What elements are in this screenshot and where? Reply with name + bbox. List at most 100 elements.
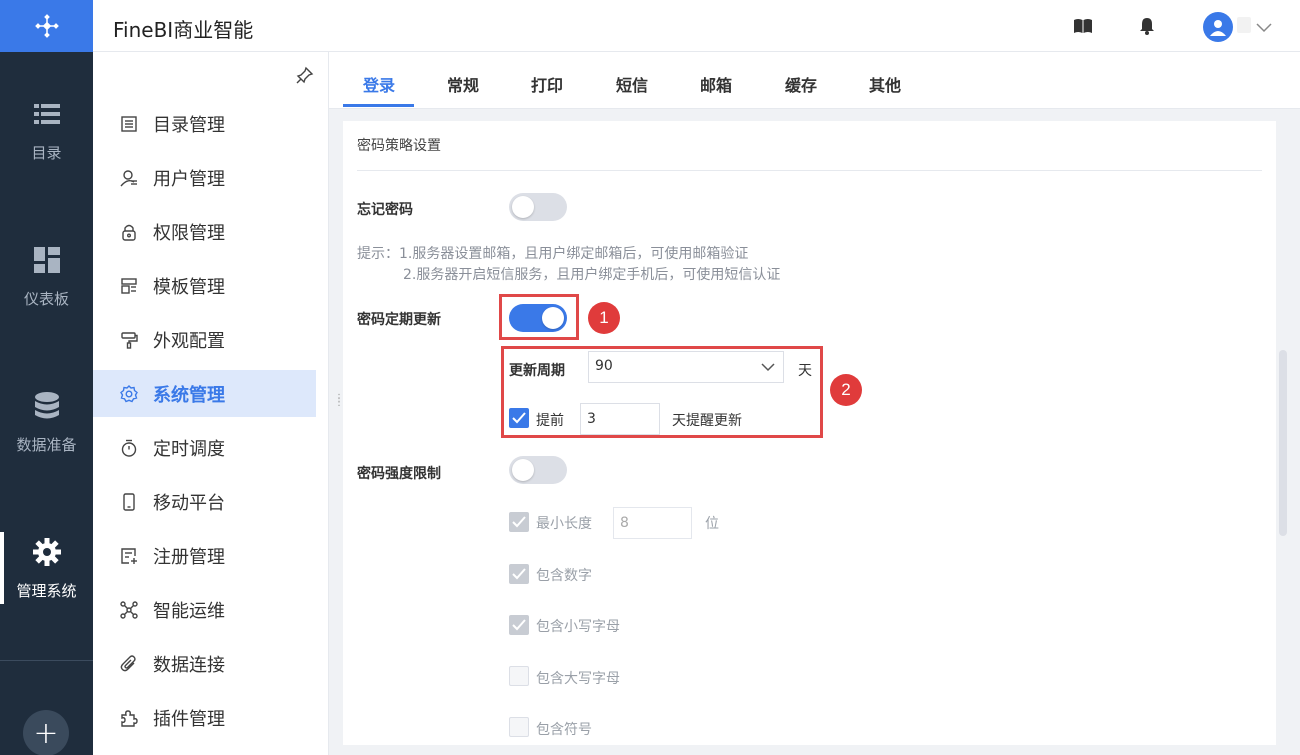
update-cycle-value: 90 xyxy=(595,358,613,374)
nav-item-label: 数据连接 xyxy=(153,654,225,676)
left-rail: 目录 仪表板 数据准备 管理系统 + xyxy=(0,0,93,755)
annotation-badge-1: 1 xyxy=(588,302,620,334)
include-symbol-checkbox[interactable] xyxy=(509,717,529,737)
timer-icon xyxy=(119,438,139,458)
tab-email[interactable]: 邮箱 xyxy=(700,72,732,96)
logo-icon xyxy=(34,14,59,38)
pin-icon[interactable] xyxy=(296,66,314,88)
nav-item-connection[interactable]: 数据连接 xyxy=(93,640,316,687)
nav-item-label: 权限管理 xyxy=(153,222,225,244)
panel-scrollbar[interactable] xyxy=(1279,350,1287,536)
min-length-input[interactable]: 8 xyxy=(613,507,692,539)
nav-item-system[interactable]: 系统管理 xyxy=(93,370,316,417)
rail-item-data-prep[interactable]: 数据准备 xyxy=(0,392,93,455)
template-icon xyxy=(119,276,139,296)
include-upper-label: 包含大写字母 xyxy=(536,671,620,687)
nav-item-label: 定时调度 xyxy=(153,438,225,460)
update-cycle-label: 更新周期 xyxy=(509,363,565,379)
nav-item-template[interactable]: 模板管理 xyxy=(93,262,316,309)
min-length-unit: 位 xyxy=(705,516,719,532)
app-title: FineBI商业智能 xyxy=(113,18,254,42)
advance-suffix: 天提醒更新 xyxy=(672,413,742,429)
forgot-password-label: 忘记密码 xyxy=(357,202,413,218)
hint-line-1: 提示：1.服务器设置邮箱，且用户绑定邮箱后，可使用邮箱验证 xyxy=(357,246,749,262)
nav-item-label: 系统管理 xyxy=(153,384,225,406)
rail-item-label: 数据准备 xyxy=(16,436,77,454)
tab-other[interactable]: 其他 xyxy=(869,72,901,96)
nav-item-label: 模板管理 xyxy=(153,276,225,298)
forgot-password-toggle[interactable] xyxy=(509,193,567,221)
user-icon xyxy=(119,168,139,188)
advance-label: 提前 xyxy=(536,413,564,429)
bell-icon[interactable] xyxy=(1137,16,1157,36)
gear-icon xyxy=(119,384,139,404)
network-icon xyxy=(119,600,139,620)
paint-icon xyxy=(119,330,139,350)
check-icon xyxy=(512,568,526,580)
nav-item-permission[interactable]: 权限管理 xyxy=(93,208,316,255)
settings-panel: 密码策略设置 忘记密码 提示：1.服务器设置邮箱，且用户绑定邮箱后，可使用邮箱验… xyxy=(343,121,1276,745)
top-header: FineBI商业智能 xyxy=(93,0,1300,52)
tab-print[interactable]: 打印 xyxy=(531,72,563,96)
include-upper-checkbox[interactable] xyxy=(509,666,529,686)
min-length-checkbox[interactable] xyxy=(509,512,529,532)
annotation-box-1 xyxy=(499,294,579,340)
list-icon xyxy=(33,100,61,128)
section-divider xyxy=(357,170,1262,171)
nav-item-register[interactable]: 注册管理 xyxy=(93,532,316,579)
include-digits-checkbox[interactable] xyxy=(509,564,529,584)
mobile-icon xyxy=(119,492,139,512)
puzzle-icon xyxy=(119,708,139,728)
nav-item-label: 移动平台 xyxy=(153,492,225,514)
gear-icon xyxy=(32,538,61,566)
database-icon xyxy=(33,392,61,420)
tab-general[interactable]: 常规 xyxy=(447,72,479,96)
nav-item-schedule[interactable]: 定时调度 xyxy=(93,424,316,471)
tab-sms[interactable]: 短信 xyxy=(616,72,648,96)
rail-divider xyxy=(0,660,93,661)
chevron-down-icon[interactable] xyxy=(1256,18,1272,37)
nav-item-directory[interactable]: 目录管理 xyxy=(93,100,316,147)
nav-item-user[interactable]: 用户管理 xyxy=(93,154,316,201)
update-cycle-unit: 天 xyxy=(798,363,812,379)
nav-item-label: 目录管理 xyxy=(153,114,225,136)
advance-reminder-checkbox[interactable] xyxy=(509,408,529,428)
annotation-badge-2: 2 xyxy=(830,374,862,406)
section-title: 密码策略设置 xyxy=(357,138,441,154)
rail-item-dashboard[interactable]: 仪表板 xyxy=(0,246,93,309)
add-button[interactable]: + xyxy=(23,710,69,755)
include-digits-label: 包含数字 xyxy=(536,568,592,584)
rail-item-label: 目录 xyxy=(31,144,62,162)
hint-line-2: 2.服务器开启短信服务，且用户绑定手机后，可使用短信认证 xyxy=(403,267,781,283)
dashboard-icon xyxy=(33,246,61,274)
rail-item-directory[interactable]: 目录 xyxy=(0,100,93,163)
tab-bar: 登录 常规 打印 短信 邮箱 缓存 其他 xyxy=(329,52,1300,109)
tab-login[interactable]: 登录 xyxy=(363,72,395,96)
book-icon[interactable] xyxy=(1073,16,1093,36)
chevron-down-icon xyxy=(761,363,775,372)
active-tab-indicator xyxy=(343,104,414,107)
nav-item-label: 用户管理 xyxy=(153,168,225,190)
strength-toggle[interactable] xyxy=(509,456,567,484)
check-icon xyxy=(512,516,526,528)
avatar[interactable] xyxy=(1203,12,1233,42)
rail-item-admin[interactable]: 管理系统 xyxy=(0,532,93,604)
update-cycle-select[interactable]: 90 xyxy=(588,351,784,383)
tab-cache[interactable]: 缓存 xyxy=(785,72,817,96)
nav-item-appearance[interactable]: 外观配置 xyxy=(93,316,316,363)
include-lower-checkbox[interactable] xyxy=(509,615,529,635)
user-icon xyxy=(1210,20,1226,36)
nav-item-label: 外观配置 xyxy=(153,330,225,352)
paperclip-icon xyxy=(119,654,139,674)
advance-days-input[interactable]: 3 xyxy=(580,403,660,435)
nav-item-plugin[interactable]: 插件管理 xyxy=(93,694,316,741)
username-placeholder xyxy=(1237,17,1251,33)
nav-item-ops[interactable]: 智能运维 xyxy=(93,586,316,633)
nav-item-mobile[interactable]: 移动平台 xyxy=(93,478,316,525)
include-symbol-label: 包含符号 xyxy=(536,722,592,738)
rail-item-label: 仪表板 xyxy=(23,290,69,308)
include-lower-label: 包含小写字母 xyxy=(536,619,620,635)
app-logo[interactable] xyxy=(0,0,93,52)
periodic-update-label: 密码定期更新 xyxy=(357,312,441,328)
nav-item-label: 插件管理 xyxy=(153,708,225,730)
